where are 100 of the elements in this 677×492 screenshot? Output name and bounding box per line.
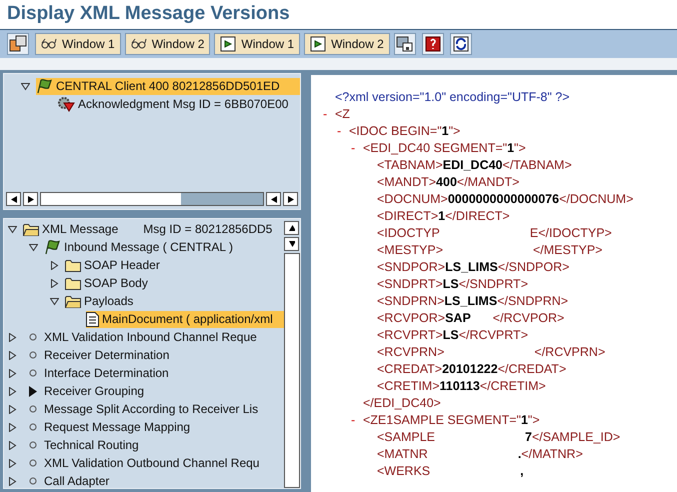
tree-item[interactable]: Receiver Determination [23,346,284,364]
expand-triangle-icon[interactable] [50,260,59,270]
help-book-icon[interactable] [422,33,444,55]
xml-line: <MATNR .</MATNR> [377,446,583,464]
tree-item[interactable]: Interface Determination [23,364,284,382]
expand-triangle-icon[interactable] [8,458,17,468]
copy-window-icon[interactable] [7,33,29,55]
scroll-thumb[interactable] [41,193,181,205]
glasses-icon [41,38,57,50]
expand-triangle-icon[interactable] [8,368,17,378]
tree-item[interactable]: CENTRAL Client 400 80212856DD501ED [36,78,300,94]
xml-line: <?xml version="1.0" encoding="UTF-8" ?> [335,89,570,106]
collapse-toggle[interactable]: - [323,107,328,122]
tree-item[interactable]: XML Validation Outbound Channel Requ [23,454,284,472]
collapse-triangle-icon[interactable] [50,296,59,306]
right-arrow-icon [288,196,294,202]
collapse-toggle[interactable]: - [351,413,356,428]
xml-line: <DIRECT>1</DIRECT> [377,208,510,226]
expand-triangle-icon[interactable] [8,440,17,450]
window-button[interactable]: Window 1 [35,33,121,55]
tree-item[interactable]: SOAP Body [65,274,284,292]
expand-triangle-icon[interactable] [8,332,17,342]
left-arrow-icon [270,196,276,202]
xml-line: <RCVPRT>LS</RCVPRT> [377,327,528,344]
play-document-icon [220,36,236,52]
open-folder-icon [65,294,81,308]
xml-line: <IDOC BEGIN="1"> [349,123,460,140]
expand-triangle-icon[interactable] [8,350,17,360]
expand-triangle-icon[interactable] [8,476,17,486]
tree-item[interactable]: Request Message Mapping [23,418,284,436]
xml-line: <MESTYP> </MESTYP> [377,242,602,260]
tree-item-label: XML Validation Inbound Channel Reque [44,329,257,346]
xml-line: <RCVPOR>SAP </RCVPOR> [377,310,564,328]
glasses-icon [130,38,147,50]
xml-line: <RCVPRN> </RCVPRN> [377,344,606,362]
tree-item[interactable]: XML Validation Inbound Channel Reque [23,328,284,346]
tree-item[interactable]: Receiver Grouping [23,382,284,400]
document-icon [86,312,99,326]
tree-item[interactable]: Payloads [65,292,284,310]
tree-item[interactable]: Inbound Message ( CENTRAL ) [44,238,284,256]
xml-line: <CRETIM>110113</CRETIM> [377,378,546,396]
flag-icon [44,240,61,254]
tree-item-label: XML Validation Outbound Channel Requ [44,455,260,472]
xml-line: <MANDT>400</MANDT> [377,174,520,192]
scroll-left-button[interactable] [6,192,21,206]
tree-item[interactable]: Technical Routing [23,436,284,454]
tree-item-label: Inbound Message ( CENTRAL ) [64,239,233,256]
tree-item-label: Payloads [84,293,134,310]
scroll-right-button[interactable] [23,192,38,206]
tree-item-label: SOAP Body [84,275,148,292]
tree-item[interactable]: SOAP Header [65,256,284,274]
tree-item-label: Acknowledgment Msg ID = 6BB070E00 [78,96,288,113]
collapse-triangle-icon[interactable] [29,242,38,252]
tree-item-label: MainDocument ( application/xml [102,311,273,328]
collapse-triangle-icon[interactable] [8,224,17,234]
expand-triangle-icon[interactable] [8,422,17,432]
tree-item[interactable]: Message Split According to Receiver Lis [23,400,284,418]
folder-icon [65,276,81,290]
folder-icon [65,258,81,272]
tree-item-label: Call Adapter [44,473,110,488]
scroll-down-button[interactable] [284,237,299,251]
collapse-toggle[interactable]: - [337,124,342,138]
vertical-scrollbar[interactable] [284,253,300,488]
window-button[interactable]: Window 2 [124,33,210,55]
tree-item-label: Technical Routing [44,437,139,454]
play-document-icon [310,36,326,52]
tree-item[interactable]: Call Adapter [23,472,284,488]
xml-line: <CREDAT>20101222</CREDAT> [377,361,566,378]
scroll-left-button[interactable] [266,192,281,206]
xml-line: <ZE1SAMPLE SEGMENT="1"> [363,412,540,430]
xml-line: <SNDPRT>LS</SNDPRT> [377,276,528,294]
xml-line: </EDI_DC40> [363,395,441,412]
scroll-right-button[interactable] [283,192,298,206]
expand-triangle-icon[interactable] [8,386,17,396]
tree-item[interactable]: XML Message Msg ID = 80212856DD5 [23,220,284,238]
collapse-triangle-icon[interactable] [21,82,30,90]
tree-item-label: Message Split According to Receiver Lis [44,401,258,418]
xml-line: <SAMPLE 7</SAMPLE_ID> [377,429,620,446]
horizontal-scrollbar[interactable] [40,192,264,206]
xml-line: <Z [335,106,351,124]
windows-save-icon[interactable] [394,33,416,55]
message-id-text: Msg ID = 80212856DD5 [143,221,272,238]
scroll-up-button[interactable] [284,221,299,235]
refresh-icon[interactable] [450,33,472,55]
tree-item[interactable]: Acknowledgment Msg ID = 6BB070E00 [57,96,300,112]
tree-item[interactable]: MainDocument ( application/xml [86,310,284,328]
window-button[interactable]: Window 2 [304,33,390,55]
expand-triangle-icon[interactable] [8,404,17,414]
tree-item-label: CENTRAL Client 400 80212856DD501ED [56,78,280,95]
tree-item-label: Interface Determination [44,365,169,382]
xml-line: <WERKS , [377,463,524,480]
tree-item-label: Receiver Determination [44,347,170,364]
collapse-toggle[interactable]: - [351,141,356,156]
expand-triangle-icon[interactable] [50,278,59,288]
open-folder-icon [23,222,39,236]
tree-item-label: Receiver Grouping [44,383,144,400]
up-arrow-icon [288,224,294,232]
window-button[interactable]: Window 1 [214,33,300,55]
xml-line: <SNDPRN>LS_LIMS</SNDPRN> [377,293,568,310]
tree-item-label: SOAP Header [84,257,160,274]
